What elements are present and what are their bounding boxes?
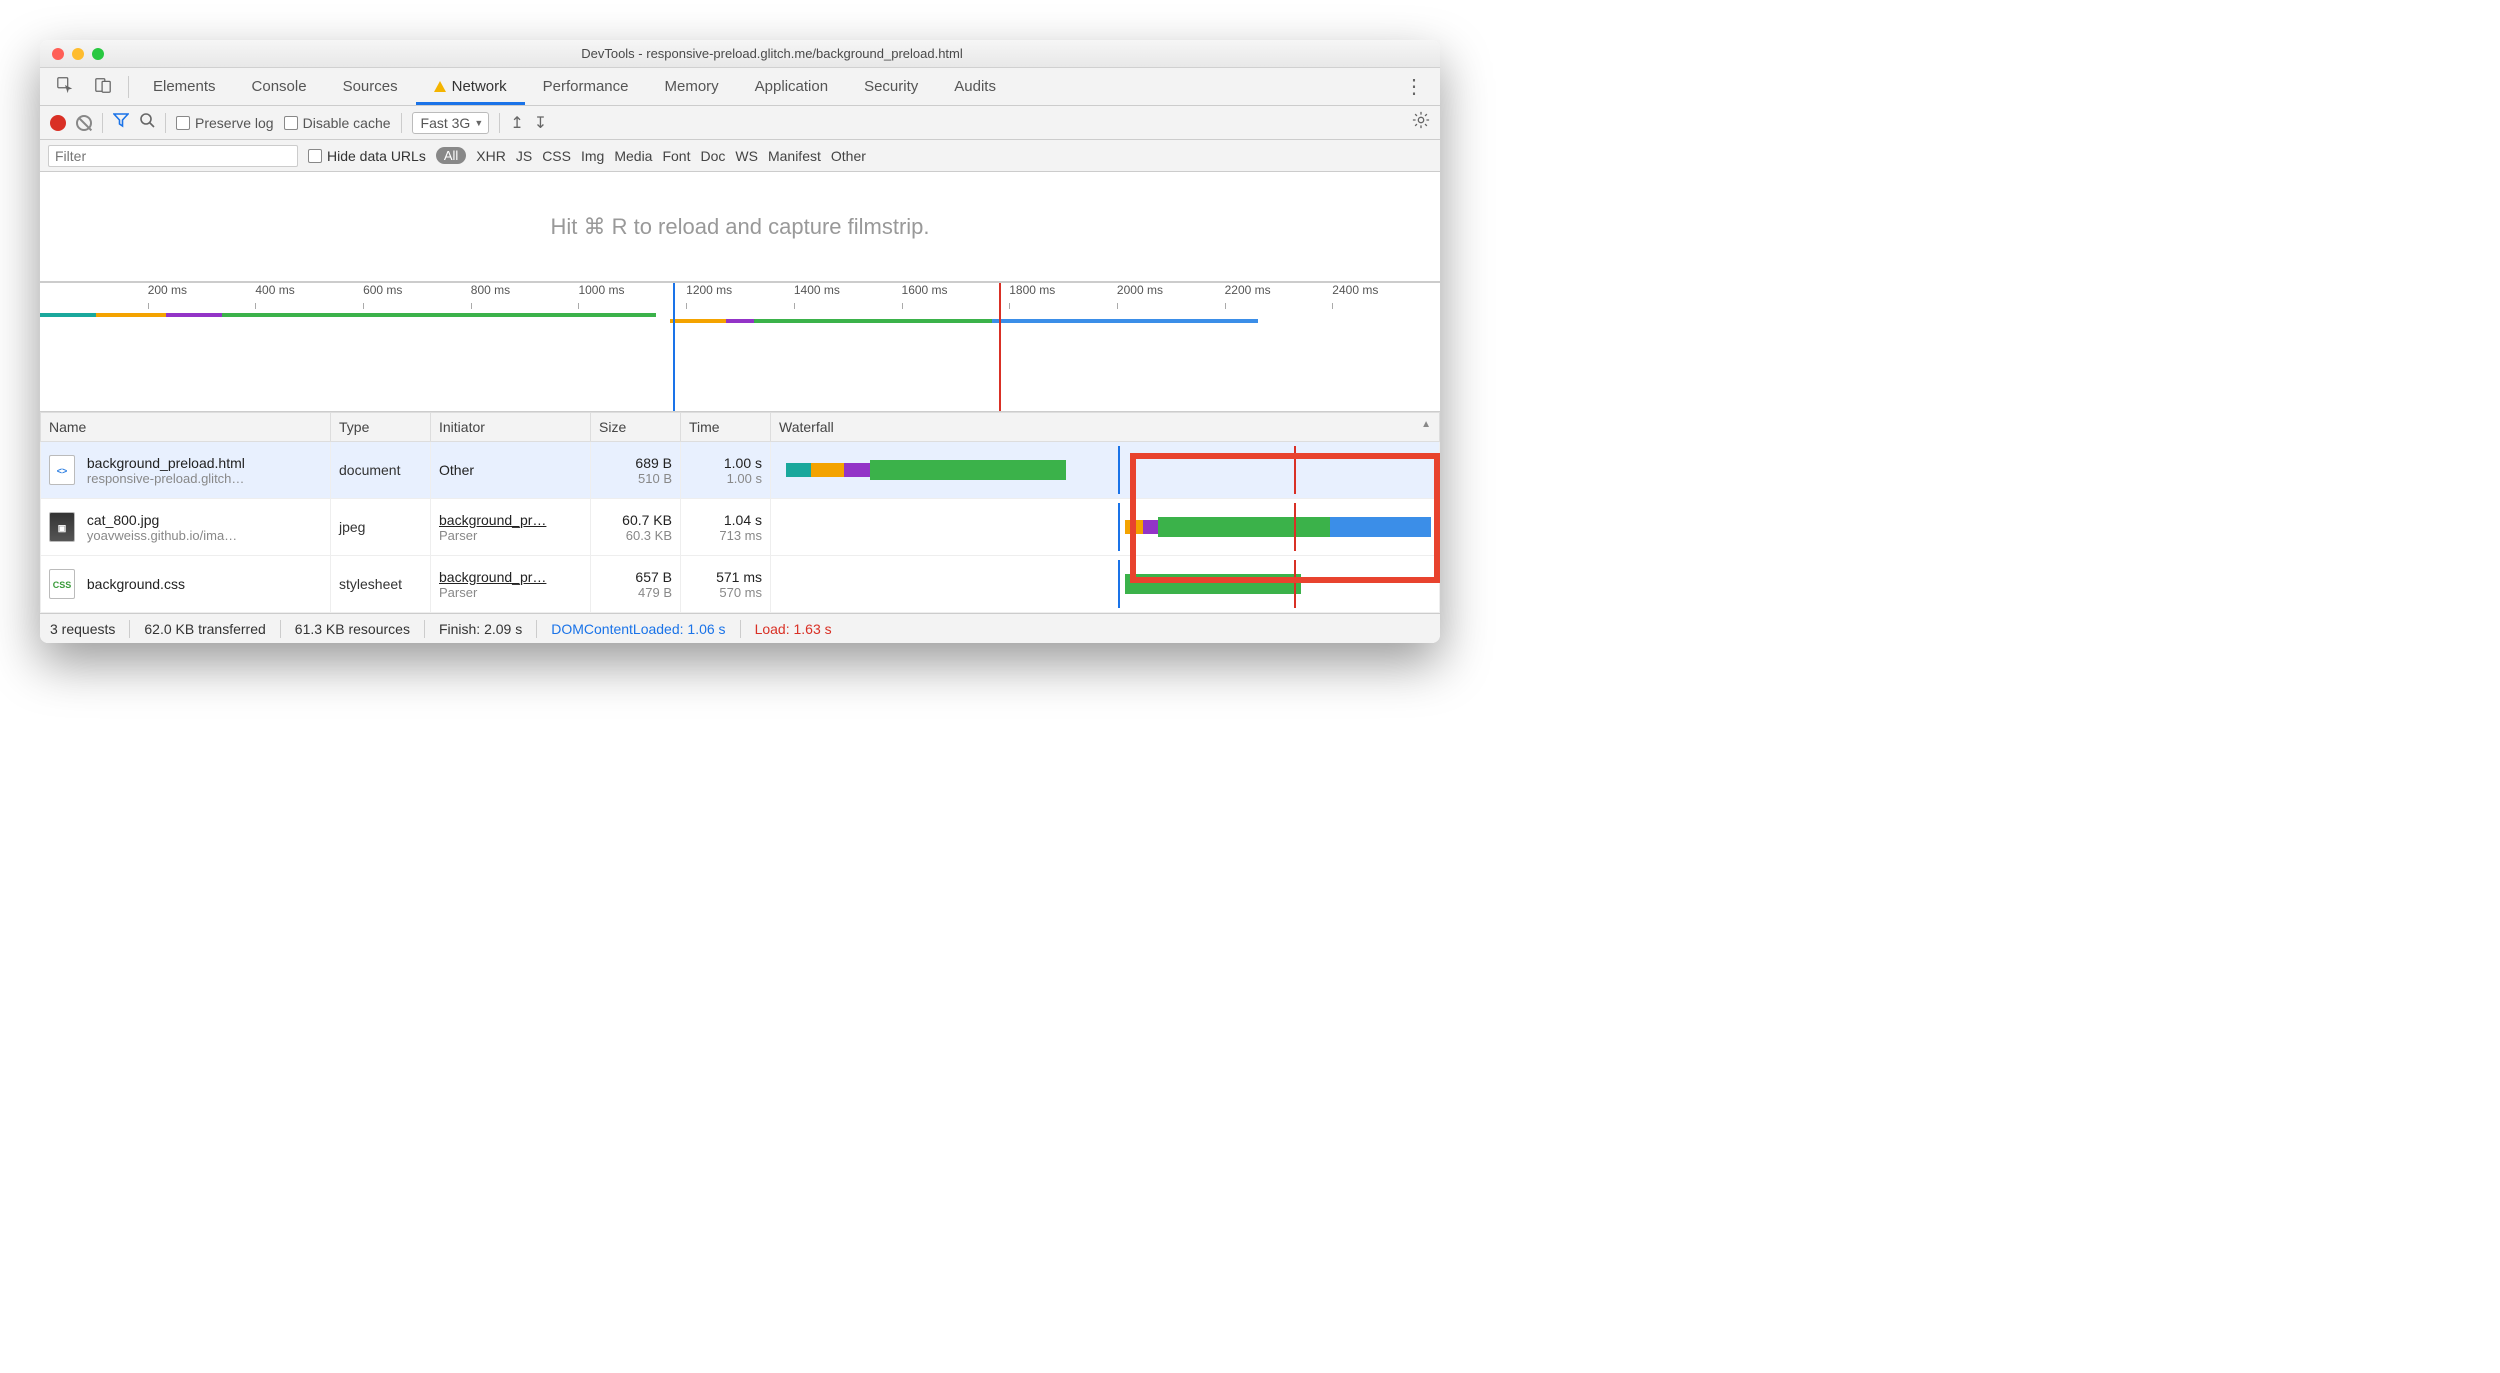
ruler-tick: 2000 ms — [1117, 283, 1163, 297]
devtools-window: DevTools - responsive-preload.glitch.me/… — [40, 40, 1440, 643]
table-row[interactable]: CSS background.css stylesheet background… — [41, 556, 1440, 613]
col-header-size[interactable]: Size — [591, 413, 681, 442]
ruler-tick: 1000 ms — [578, 283, 624, 297]
warning-icon — [434, 81, 446, 92]
image-file-icon: ▣ — [49, 512, 75, 542]
ruler-tick: 800 ms — [471, 283, 510, 297]
request-type: document — [331, 442, 431, 499]
tab-application[interactable]: Application — [737, 68, 846, 105]
status-domcontentloaded: DOMContentLoaded: 1.06 s — [551, 621, 725, 637]
request-origin: responsive-preload.glitch… — [87, 471, 245, 486]
tab-elements[interactable]: Elements — [135, 68, 234, 105]
zoom-window-button[interactable] — [92, 48, 104, 60]
inspect-element-icon[interactable] — [46, 76, 84, 97]
ruler-tick: 200 ms — [148, 283, 187, 297]
window-traffic-lights — [40, 48, 104, 60]
request-type: stylesheet — [331, 556, 431, 613]
filter-type-manifest[interactable]: Manifest — [768, 148, 821, 164]
request-name: background_preload.html — [87, 455, 245, 471]
filter-all-pill[interactable]: All — [436, 147, 466, 164]
status-finish: Finish: 2.09 s — [439, 621, 522, 637]
ruler-tick: 1800 ms — [1009, 283, 1055, 297]
filmstrip-message: Hit ⌘ R to reload and capture filmstrip. — [550, 214, 929, 240]
col-header-name[interactable]: Name — [41, 413, 331, 442]
status-requests: 3 requests — [50, 621, 115, 637]
waterfall-bar — [779, 446, 1431, 494]
record-button[interactable] — [50, 115, 66, 131]
waterfall-bar — [779, 560, 1431, 608]
ruler-tick: 2400 ms — [1332, 283, 1378, 297]
filter-bar: Hide data URLs All XHR JS CSS Img Media … — [40, 140, 1440, 172]
filter-icon[interactable] — [113, 112, 129, 133]
status-resources: 61.3 KB resources — [295, 621, 410, 637]
table-header-row: Name Type Initiator Size Time Waterfall▲ — [41, 413, 1440, 442]
table-row[interactable]: ▣ cat_800.jpg yoavweiss.github.io/ima… j… — [41, 499, 1440, 556]
filter-type-img[interactable]: Img — [581, 148, 604, 164]
filter-type-js[interactable]: JS — [516, 148, 532, 164]
request-origin: yoavweiss.github.io/ima… — [87, 528, 237, 543]
device-toolbar-icon[interactable] — [84, 76, 122, 97]
load-marker-line — [999, 283, 1001, 411]
dcl-marker-line — [673, 283, 675, 411]
filter-type-css[interactable]: CSS — [542, 148, 571, 164]
close-window-button[interactable] — [52, 48, 64, 60]
filter-input[interactable] — [48, 145, 298, 167]
table-row[interactable]: <> background_preload.html responsive-pr… — [41, 442, 1440, 499]
request-initiator[interactable]: background_pr… — [439, 512, 582, 528]
panel-tabs: Elements Console Sources Network Perform… — [40, 68, 1440, 106]
status-bar: 3 requests 62.0 KB transferred 61.3 KB r… — [40, 613, 1440, 643]
tab-console[interactable]: Console — [234, 68, 325, 105]
titlebar: DevTools - responsive-preload.glitch.me/… — [40, 40, 1440, 68]
tab-memory[interactable]: Memory — [647, 68, 737, 105]
request-name: cat_800.jpg — [87, 512, 237, 528]
filmstrip-placeholder: Hit ⌘ R to reload and capture filmstrip. — [40, 172, 1440, 282]
timeline-overview[interactable]: 200 ms 400 ms 600 ms 800 ms 1000 ms 1200 ms 14… — [40, 282, 1440, 412]
settings-gear-icon[interactable] — [1412, 111, 1430, 134]
tab-performance[interactable]: Performance — [525, 68, 647, 105]
col-header-time[interactable]: Time — [681, 413, 771, 442]
ruler-tick: 1600 ms — [902, 283, 948, 297]
hide-data-urls-checkbox[interactable]: Hide data URLs — [308, 148, 426, 164]
request-type: jpeg — [331, 499, 431, 556]
filter-type-ws[interactable]: WS — [735, 148, 758, 164]
status-load: Load: 1.63 s — [755, 621, 832, 637]
tab-network[interactable]: Network — [416, 68, 525, 105]
request-name: background.css — [87, 576, 185, 592]
throttling-select[interactable]: Fast 3G — [412, 112, 490, 134]
html-file-icon: <> — [49, 455, 75, 485]
preserve-log-checkbox[interactable]: Preserve log — [176, 115, 274, 131]
search-icon[interactable] — [139, 112, 155, 133]
ruler-tick: 600 ms — [363, 283, 402, 297]
download-icon[interactable]: ↧ — [534, 113, 547, 133]
col-header-initiator[interactable]: Initiator — [431, 413, 591, 442]
css-file-icon: CSS — [49, 569, 75, 599]
tab-security[interactable]: Security — [846, 68, 936, 105]
network-table: Name Type Initiator Size Time Waterfall▲… — [40, 412, 1440, 613]
disable-cache-checkbox[interactable]: Disable cache — [284, 115, 391, 131]
window-title: DevTools - responsive-preload.glitch.me/… — [104, 46, 1440, 61]
filter-type-other[interactable]: Other — [831, 148, 866, 164]
ruler-tick: 2200 ms — [1225, 283, 1271, 297]
filter-type-media[interactable]: Media — [614, 148, 652, 164]
filter-type-xhr[interactable]: XHR — [476, 148, 506, 164]
waterfall-bar — [779, 503, 1431, 551]
request-initiator[interactable]: background_pr… — [439, 569, 582, 585]
filter-type-font[interactable]: Font — [662, 148, 690, 164]
minimize-window-button[interactable] — [72, 48, 84, 60]
ruler-tick: 400 ms — [255, 283, 294, 297]
col-header-waterfall[interactable]: Waterfall▲ — [771, 413, 1440, 442]
network-toolbar: Preserve log Disable cache Fast 3G ↥ ↧ — [40, 106, 1440, 140]
ruler-tick: 1400 ms — [794, 283, 840, 297]
filter-type-doc[interactable]: Doc — [700, 148, 725, 164]
col-header-type[interactable]: Type — [331, 413, 431, 442]
clear-button[interactable] — [76, 115, 92, 131]
ruler-tick: 1200 ms — [686, 283, 732, 297]
tab-audits[interactable]: Audits — [936, 68, 1014, 105]
more-menu-icon[interactable]: ⋮ — [1394, 74, 1434, 99]
upload-icon[interactable]: ↥ — [510, 113, 523, 133]
request-initiator: Other — [439, 462, 582, 478]
status-transferred: 62.0 KB transferred — [144, 621, 265, 637]
tab-sources[interactable]: Sources — [325, 68, 416, 105]
